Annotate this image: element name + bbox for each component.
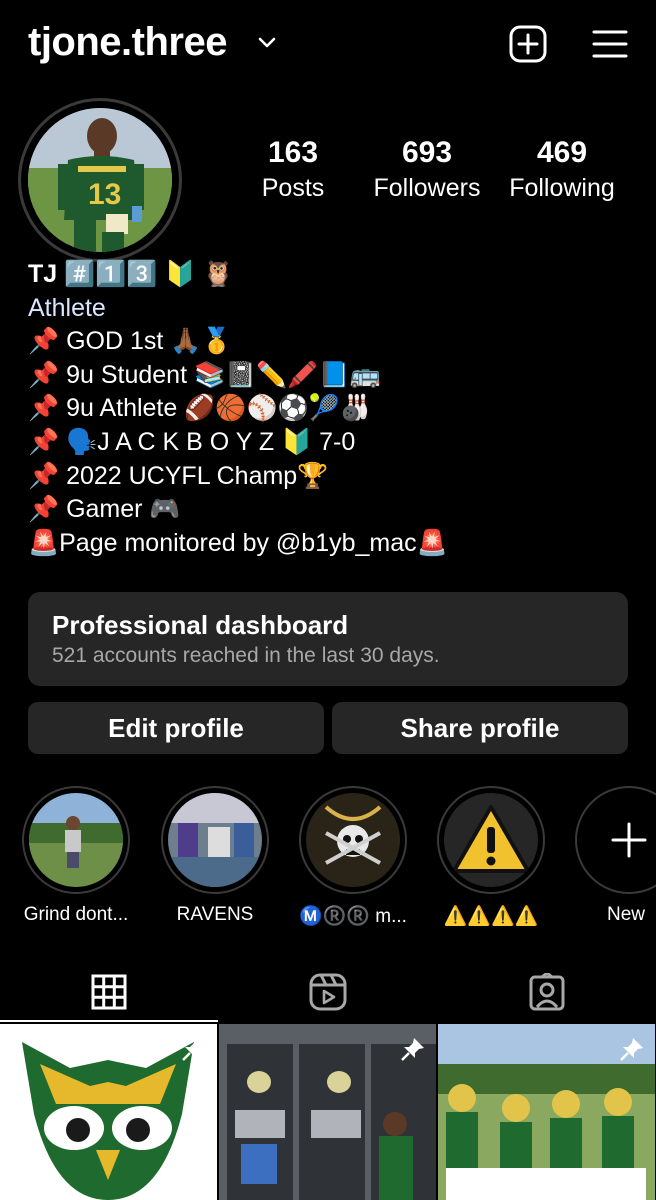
active-tab-indicator [0,1020,218,1022]
display-name: TJ #️⃣1️⃣3️⃣ 🔰 🦉 [28,260,234,288]
bio-line: 📌 🗣️J A C K B O Y Z 🔰 7-0 [28,427,356,456]
highlight-ring [22,786,130,894]
highlight-label: New [607,904,646,925]
story-highlight[interactable]: ⚠️⚠️⚠️⚠️ [431,786,551,928]
professional-dashboard-card[interactable]: Professional dashboard 521 accounts reac… [28,592,628,686]
post-thumbnail[interactable] [438,1024,655,1200]
profile-bio: TJ #️⃣1️⃣3️⃣ 🔰 🦉 Athlete 📌 GOD 1st 🙏🏾🥇 📌… [28,258,638,560]
highlight-cover [29,793,123,887]
posts-label: Posts [261,174,325,202]
highlight-label: RAVENS [176,904,254,925]
following-count: 469 [536,136,588,169]
followers-stat[interactable]: 693 Followers [362,136,492,203]
bio-line-mention[interactable]: 🚨Page monitored by @b1yb_mac🚨 [28,527,638,561]
bio-line: 📌 GOD 1st 🙏🏾🥇 [28,327,233,356]
highlight-ring [299,786,407,894]
edit-profile-button[interactable]: Edit profile [28,702,324,754]
profile-header: tjone.three [0,0,656,88]
highlight-label: Grind dont... [23,904,129,925]
svg-text:13: 13 [88,178,121,211]
warning-icon [452,805,530,873]
posts-count: 163 [267,136,319,169]
plus-icon [582,793,656,887]
following-stat[interactable]: 469 Following [498,136,626,203]
followers-label: Followers [373,174,481,202]
pin-icon [401,1038,424,1061]
highlight-cover [444,793,538,887]
highlight-ring [437,786,545,894]
share-profile-button[interactable]: Share profile [332,702,628,754]
tagged-person-icon [529,973,565,1011]
highlight-label: Ⓜ️®️®️ m... [299,906,407,927]
plus-square-icon[interactable] [508,24,548,64]
profile-category: Athlete [28,293,106,322]
new-highlight-button[interactable]: New [569,786,656,926]
bio-line: 📌 Gamer 🎮 [28,495,181,524]
highlight-cover [168,793,262,887]
highlight-label: ⚠️⚠️⚠️⚠️ [443,906,539,927]
dashboard-subtitle: 521 accounts reached in the last 30 days… [52,644,440,667]
highlight-cover [306,793,400,887]
bio-line: 📌 9u Student 📚📓✏️🖍️📘🚌 [28,360,381,389]
grid-icon [91,974,127,1010]
followers-count: 693 [401,136,453,169]
tab-reels[interactable] [219,960,437,1024]
profile-tab-bar [0,960,656,1024]
pin-icon [620,1038,643,1061]
post-thumbnail[interactable] [219,1024,436,1200]
reels-icon [309,973,347,1011]
chevron-down-icon[interactable] [258,36,276,50]
story-highlight[interactable]: Grind dont... [16,786,136,926]
posts-stat[interactable]: 163 Posts [240,136,346,203]
highlight-ring [161,786,269,894]
post-thumbnail[interactable] [0,1024,217,1200]
profile-avatar[interactable]: 13 [28,108,172,252]
avatar-photo: 13 [28,108,172,252]
tab-tagged[interactable] [438,960,656,1024]
tab-grid[interactable] [0,960,218,1024]
hamburger-menu-icon[interactable] [590,24,630,64]
bio-line: 📌 9u Athlete 🏈🏀⚾⚽🎾🎳 [28,394,371,423]
username[interactable]: tjone.three [28,20,227,65]
following-label: Following [509,174,615,202]
story-highlight[interactable]: RAVENS [155,786,275,926]
highlight-ring [575,786,656,894]
pin-icon [182,1038,205,1061]
dashboard-title: Professional dashboard [52,610,349,640]
story-highlight[interactable]: Ⓜ️®️®️ m... [293,786,413,928]
bio-line: 📌 2022 UCYFL Champ🏆 [28,461,329,490]
